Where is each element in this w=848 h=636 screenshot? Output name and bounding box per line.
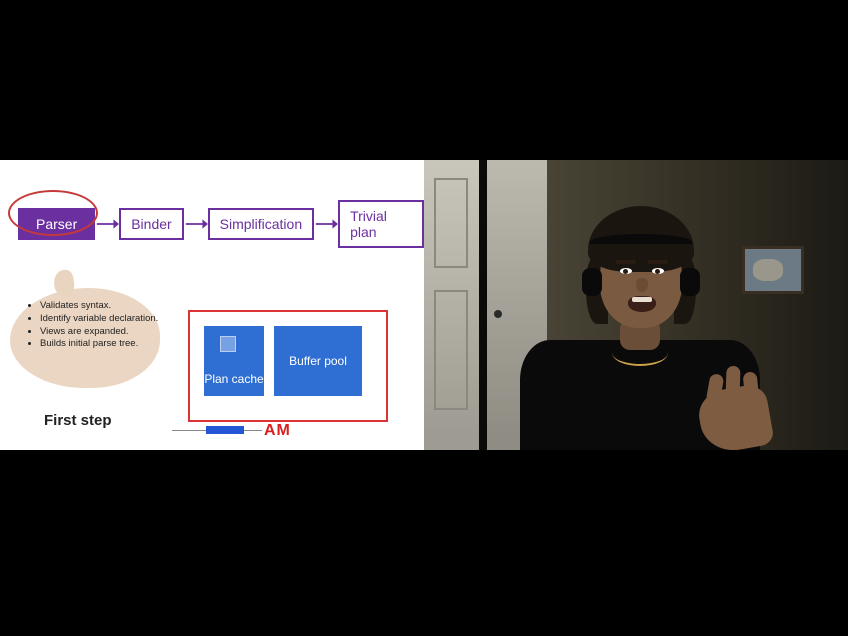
arrow-icon (95, 214, 119, 234)
ram-inner: Plan cache Buffer pool (204, 326, 362, 396)
callout-item: Builds initial parse tree. (40, 338, 158, 351)
ram-caption-partial: AM (264, 422, 291, 440)
headphones-earcup (680, 268, 700, 296)
callout-list: Validates syntax. Identify variable decl… (28, 300, 158, 351)
video-stage: Parser Binder Simplification Trivial pla… (0, 0, 848, 636)
parser-callout: Validates syntax. Identify variable decl… (10, 288, 160, 388)
presenter-webcam (424, 160, 848, 450)
callout-item: Validates syntax. (40, 300, 158, 313)
arrow-icon (314, 214, 338, 234)
bottom-strip-decoration (172, 424, 262, 436)
flow-step-simplification: Simplification (208, 208, 314, 240)
flow-step-binder: Binder (119, 208, 183, 240)
door-left (424, 160, 479, 450)
headphones-earcup (582, 268, 602, 296)
arrow-icon (184, 214, 208, 234)
door-knob (494, 310, 502, 318)
flow-step-trivial-plan: Trivial plan (338, 200, 424, 248)
headphones-band (590, 234, 692, 250)
ram-diagram: Plan cache Buffer pool (188, 310, 388, 422)
presenter-figure (520, 220, 760, 450)
callout-item: Views are expanded. (40, 326, 158, 339)
first-step-label: First step (44, 412, 112, 429)
parser-highlight-circle (8, 190, 98, 236)
plan-cache-tile: Plan cache (204, 326, 264, 396)
callout-item: Identify variable declaration. (40, 313, 158, 326)
buffer-pool-tile: Buffer pool (274, 326, 362, 396)
plan-cache-label: Plan cache (204, 372, 264, 386)
door-gap (479, 160, 487, 450)
plan-cache-icon (220, 336, 236, 352)
presentation-slide: Parser Binder Simplification Trivial pla… (0, 160, 424, 450)
video-content-row: Parser Binder Simplification Trivial pla… (0, 160, 848, 450)
